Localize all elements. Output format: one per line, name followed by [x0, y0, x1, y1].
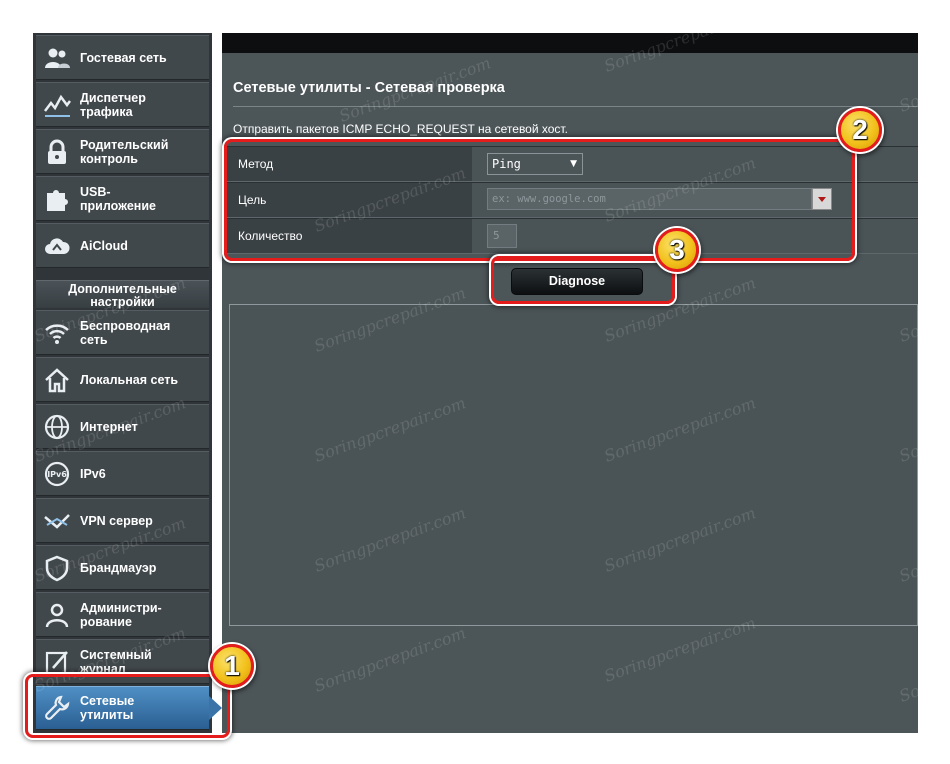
sidebar-item-label: Брандмауэр — [80, 560, 157, 575]
annotation-badge-1: 1 — [210, 644, 254, 688]
globe-icon — [42, 412, 72, 442]
active-indicator-arrow — [209, 696, 222, 720]
svg-text:IPv6: IPv6 — [47, 470, 67, 479]
top-bar — [222, 33, 918, 53]
sidebar-item-usb-application[interactable]: USB- приложение — [36, 176, 209, 221]
vpn-icon — [42, 506, 72, 536]
sidebar-item-vpn-server[interactable]: VPN сервер — [36, 498, 209, 543]
count-input[interactable]: 5 — [487, 224, 517, 248]
sidebar-item-lan[interactable]: Локальная сеть — [36, 357, 209, 402]
method-label: Метод — [226, 147, 472, 181]
sidebar-item-label: Родительский контроль — [80, 137, 169, 166]
sidebar-item-label: IPv6 — [80, 466, 106, 481]
advanced-settings-header: Дополнительные настройки — [36, 280, 209, 309]
wifi-icon — [42, 318, 72, 348]
sidebar-item-traffic-manager[interactable]: Диспетчер трафика — [36, 82, 209, 127]
main-panel: Сетевые утилиты - Сетевая проверка Отпра… — [222, 33, 918, 733]
sidebar-item-label: AiCloud — [80, 238, 128, 253]
sidebar-item-parental-control[interactable]: Родительский контроль — [36, 129, 209, 174]
sidebar-item-guest-network[interactable]: Гостевая сеть — [36, 35, 209, 80]
method-select[interactable]: Ping ▼ — [487, 153, 583, 175]
sidebar-item-system-log[interactable]: Системный журнал — [36, 639, 209, 684]
sidebar-item-label: Интернет — [80, 419, 138, 434]
system-log-icon — [42, 647, 72, 677]
method-row: Метод Ping ▼ — [226, 146, 918, 182]
sidebar-item-label: Беспроводная сеть — [80, 318, 171, 347]
sidebar-item-label: Администри- рование — [80, 600, 162, 629]
sidebar-item-label: Гостевая сеть — [80, 50, 167, 65]
sidebar-item-label: Локальная сеть — [80, 372, 179, 387]
lock-icon — [42, 137, 72, 167]
traffic-manager-icon — [42, 90, 72, 120]
sidebar-item-label: Системный журнал — [80, 647, 152, 676]
count-row: Количество 5 — [226, 218, 918, 254]
admin-icon — [42, 600, 72, 630]
guest-network-icon — [42, 43, 72, 73]
page-title: Сетевые утилиты - Сетевая проверка — [233, 80, 505, 96]
sidebar-item-wireless[interactable]: Беспроводная сеть — [36, 310, 209, 355]
sidebar-item-aicloud[interactable]: AiCloud — [36, 223, 209, 268]
annotation-badge-2: 2 — [838, 108, 882, 152]
target-dropdown-button[interactable] — [812, 188, 832, 210]
sidebar-item-internet[interactable]: Интернет — [36, 404, 209, 449]
diagnose-button[interactable]: Diagnose — [511, 268, 643, 295]
ipv6-icon: IPv6 — [42, 459, 72, 489]
sidebar-item-label: Диспетчер трафика — [80, 90, 146, 119]
annotation-badge-3: 3 — [655, 228, 699, 272]
chevron-down-icon: ▼ — [570, 159, 577, 169]
page-description: Отправить пакетов ICMP ECHO_REQUEST на с… — [233, 122, 568, 136]
sidebar-menu: Гостевая сеть Диспетчер трафика Родитель… — [33, 33, 222, 733]
network-test-form: Метод Ping ▼ Цель ex: www.google.com Кол… — [226, 146, 918, 254]
count-label: Количество — [226, 219, 472, 253]
sidebar-item-label: VPN сервер — [80, 513, 153, 528]
title-divider — [233, 106, 918, 107]
home-icon — [42, 365, 72, 395]
target-input[interactable]: ex: www.google.com — [487, 188, 812, 210]
cloud-icon — [42, 231, 72, 261]
firewall-icon — [42, 553, 72, 583]
target-row: Цель ex: www.google.com — [226, 182, 918, 218]
sidebar-item-network-tools[interactable]: Сетевые утилиты — [36, 686, 222, 730]
target-label: Цель — [226, 183, 472, 217]
diagnostic-output[interactable] — [229, 304, 918, 626]
sidebar-item-ipv6[interactable]: IPv6 IPv6 — [36, 451, 209, 496]
wrench-icon — [42, 693, 72, 723]
sidebar-item-firewall[interactable]: Брандмауэр — [36, 545, 209, 590]
puzzle-icon — [42, 184, 72, 214]
sidebar-item-label: USB- приложение — [80, 184, 156, 213]
sidebar-item-label: Сетевые утилиты — [80, 694, 135, 722]
sidebar-item-administration[interactable]: Администри- рование — [36, 592, 209, 637]
method-value: Ping — [492, 157, 521, 171]
